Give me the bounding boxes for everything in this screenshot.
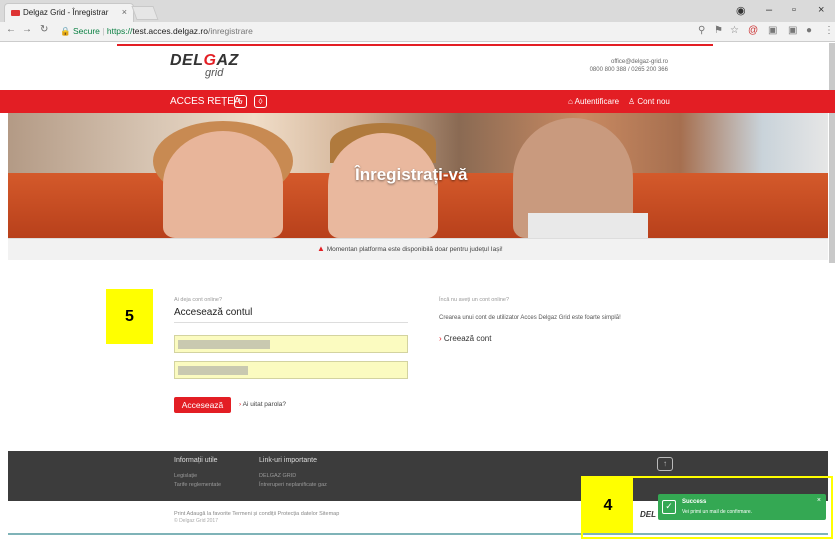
footer-bottom-links[interactable]: Print Adaugă la favorite Termeni și cond… bbox=[174, 511, 339, 517]
check-icon: ✓ bbox=[662, 500, 676, 514]
tab-close-icon[interactable]: × bbox=[122, 7, 127, 17]
login-button[interactable]: Accesează bbox=[174, 397, 231, 413]
pin-icon[interactable]: ⚑ bbox=[714, 25, 723, 36]
address-bar[interactable]: 🔒 Secure | https://test.acces.delgaz.ro/… bbox=[60, 24, 700, 39]
contact-phones: 0800 800 388 / 0265 200 366 bbox=[589, 67, 668, 73]
redacted-value bbox=[178, 340, 270, 349]
extension-icon[interactable]: @ bbox=[748, 25, 758, 36]
login-divider bbox=[174, 322, 408, 323]
login-link[interactable]: ⌂ Autentificare bbox=[568, 97, 619, 106]
footer-link[interactable]: Întreruperi neplanificate gaz bbox=[259, 482, 327, 488]
main-navbar bbox=[0, 90, 835, 113]
top-accent-line bbox=[117, 44, 713, 46]
footer-col1: Informații utile Legislație Tarife regle… bbox=[174, 457, 221, 488]
login-prompt: Ai deja cont online? bbox=[174, 297, 223, 303]
url-path: /inregistrare bbox=[207, 26, 253, 36]
contact-email[interactable]: office@delgaz-grid.ro bbox=[560, 58, 668, 66]
warning-icon: ▲ bbox=[317, 244, 325, 253]
footer-col2-title: Link-uri importante bbox=[259, 457, 317, 464]
contact-info: office@delgaz-grid.ro 0800 800 388 / 026… bbox=[560, 58, 668, 74]
new-tab-button[interactable] bbox=[131, 6, 159, 20]
annotation-label-4: 4 bbox=[583, 478, 633, 533]
close-window-icon[interactable]: × bbox=[818, 4, 824, 16]
extension-icon-2[interactable]: ▣ bbox=[768, 25, 777, 36]
zoom-icon[interactable]: ⚲ bbox=[698, 25, 705, 36]
register-prompt: Încă nu aveți un cont online? bbox=[439, 297, 510, 303]
toast-message: Vei primi un mail de confirmare. bbox=[682, 509, 753, 515]
back-to-top-icon[interactable]: ↑ bbox=[657, 457, 673, 471]
menu-icon[interactable]: ⋮ bbox=[824, 25, 834, 36]
toast-title: Success bbox=[682, 499, 707, 505]
password-field[interactable] bbox=[174, 361, 408, 379]
hero-title: Înregistrați-vă bbox=[355, 165, 468, 184]
forgot-password-link[interactable]: › Ai uitat parola? bbox=[239, 401, 286, 408]
annotation-label-5: 5 bbox=[106, 289, 153, 344]
footer-link[interactable]: Legislație bbox=[174, 473, 221, 479]
profile-icon[interactable]: ◉ bbox=[736, 4, 746, 17]
footer-link[interactable]: DELGAZ GRID bbox=[259, 473, 327, 479]
lock-icon: 🔒 bbox=[60, 26, 71, 36]
url-protocol: https:// bbox=[106, 26, 133, 36]
minimize-icon[interactable]: – bbox=[766, 4, 772, 16]
toast-close-icon[interactable]: × bbox=[817, 497, 821, 504]
favicon-icon bbox=[11, 10, 20, 16]
maximize-icon[interactable]: ▫ bbox=[792, 4, 796, 16]
footer-link[interactable]: Tarife reglementate bbox=[174, 482, 221, 488]
create-account-link[interactable]: › Creează cont bbox=[439, 334, 491, 343]
register-description: Crearea unui cont de utilizator Acces De… bbox=[439, 315, 621, 321]
email-field[interactable] bbox=[174, 335, 408, 353]
extension-icon-4[interactable]: ● bbox=[806, 25, 812, 36]
success-toast[interactable]: ✓ Success Vei primi un mail de confirmar… bbox=[658, 494, 826, 520]
reload-icon[interactable]: ↻ bbox=[40, 24, 48, 35]
nav-title[interactable]: ACCES REȚEA bbox=[170, 96, 241, 107]
footer-col1-title: Informații utile bbox=[174, 457, 218, 464]
redacted-value bbox=[178, 366, 248, 375]
electricity-icon[interactable]: ϟ bbox=[234, 95, 247, 108]
lock-icon: ⌂ bbox=[568, 97, 575, 106]
browser-tab[interactable]: Delgaz Grid - Înregistrar × bbox=[4, 3, 134, 22]
page-scrollbar[interactable] bbox=[829, 43, 835, 263]
forward-icon[interactable]: → bbox=[22, 24, 32, 35]
footer-col2: Link-uri importante DELGAZ GRID Întrerup… bbox=[259, 457, 327, 488]
back-icon[interactable]: ← bbox=[6, 24, 16, 35]
login-title: Accesează contul bbox=[174, 307, 253, 318]
footer-logo: DEL bbox=[640, 510, 656, 519]
notice-message: ▲ Momentan platforma este disponibilă do… bbox=[317, 244, 503, 253]
url-host: test.acces.delgaz.ro bbox=[132, 26, 208, 36]
tab-title: Delgaz Grid - Înregistrar bbox=[23, 8, 109, 17]
user-icon: ♙ bbox=[628, 97, 638, 106]
secure-label: Secure bbox=[72, 26, 100, 36]
logo-subtitle: grid bbox=[205, 67, 224, 79]
gas-icon[interactable]: ◊ bbox=[254, 95, 267, 108]
signup-link[interactable]: ♙ Cont nou bbox=[628, 97, 670, 106]
extension-icon-3[interactable]: ▣ bbox=[788, 25, 797, 36]
star-icon[interactable]: ☆ bbox=[730, 25, 739, 36]
copyright: © Delgaz Grid 2017 bbox=[174, 518, 218, 524]
